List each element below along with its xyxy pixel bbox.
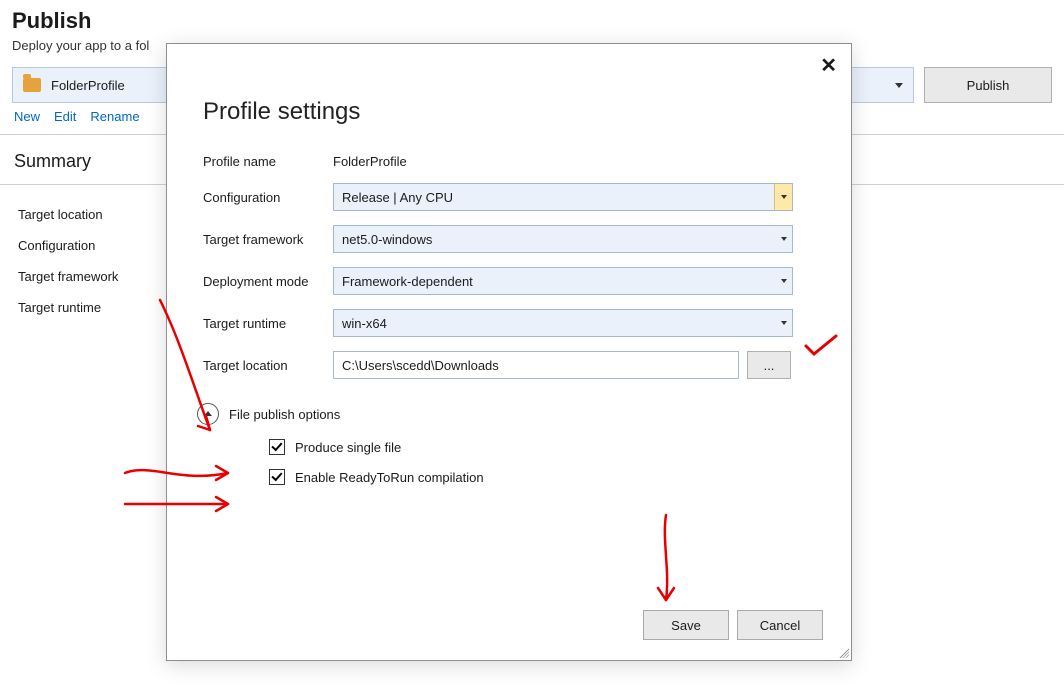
rename-link[interactable]: Rename xyxy=(90,109,139,124)
chevron-down-icon xyxy=(781,195,787,199)
check-icon xyxy=(271,470,282,481)
new-link[interactable]: New xyxy=(14,109,40,124)
chevron-down-icon xyxy=(781,279,787,283)
target-framework-value: net5.0-windows xyxy=(334,232,440,247)
profile-name-label: Profile name xyxy=(203,154,333,169)
profile-settings-dialog: ✕ Profile settings Profile name FolderPr… xyxy=(166,43,852,661)
save-button-label: Save xyxy=(671,618,701,633)
target-runtime-select[interactable]: win-x64 xyxy=(333,309,793,337)
chevron-down-icon xyxy=(781,237,787,241)
enable-r2r-checkbox[interactable] xyxy=(269,469,285,485)
configuration-label: Configuration xyxy=(203,190,333,205)
chevron-down-icon xyxy=(895,83,903,88)
deployment-mode-select[interactable]: Framework-dependent xyxy=(333,267,793,295)
page-title: Publish xyxy=(12,8,1052,34)
enable-r2r-label: Enable ReadyToRun compilation xyxy=(295,470,484,485)
target-runtime-label: Target runtime xyxy=(203,316,333,331)
save-button[interactable]: Save xyxy=(643,610,729,640)
dropdown-button[interactable] xyxy=(774,310,792,336)
dropdown-button[interactable] xyxy=(774,184,792,210)
target-location-value: C:\Users\scedd\Downloads xyxy=(342,358,499,373)
cancel-button[interactable]: Cancel xyxy=(737,610,823,640)
publish-button[interactable]: Publish xyxy=(924,67,1052,103)
profile-name-text: FolderProfile xyxy=(51,78,125,93)
browse-button-label: ... xyxy=(764,358,775,373)
resize-grip[interactable] xyxy=(837,646,849,658)
close-button[interactable]: ✕ xyxy=(820,56,837,76)
target-location-label: Target location xyxy=(203,358,333,373)
file-publish-options-toggle[interactable] xyxy=(197,403,219,425)
publish-button-label: Publish xyxy=(967,78,1010,93)
file-publish-options-label: File publish options xyxy=(229,407,340,422)
browse-button[interactable]: ... xyxy=(747,351,791,379)
produce-single-file-label: Produce single file xyxy=(295,440,401,455)
target-framework-select[interactable]: net5.0-windows xyxy=(333,225,793,253)
target-framework-label: Target framework xyxy=(203,232,333,247)
target-location-input[interactable]: C:\Users\scedd\Downloads xyxy=(333,351,739,379)
configuration-select[interactable]: Release | Any CPU xyxy=(333,183,793,211)
chevron-down-icon xyxy=(781,321,787,325)
folder-icon xyxy=(23,78,41,92)
check-icon xyxy=(271,440,282,451)
profile-name-value: FolderProfile xyxy=(333,154,815,169)
dropdown-button[interactable] xyxy=(774,268,792,294)
dropdown-button[interactable] xyxy=(774,226,792,252)
deployment-mode-label: Deployment mode xyxy=(203,274,333,289)
target-runtime-value: win-x64 xyxy=(334,316,395,331)
chevron-up-icon xyxy=(204,411,212,416)
cancel-button-label: Cancel xyxy=(760,618,800,633)
dialog-title: Profile settings xyxy=(203,98,815,126)
deployment-mode-value: Framework-dependent xyxy=(334,274,481,289)
edit-link[interactable]: Edit xyxy=(54,109,76,124)
configuration-value: Release | Any CPU xyxy=(334,190,461,205)
produce-single-file-checkbox[interactable] xyxy=(269,439,285,455)
